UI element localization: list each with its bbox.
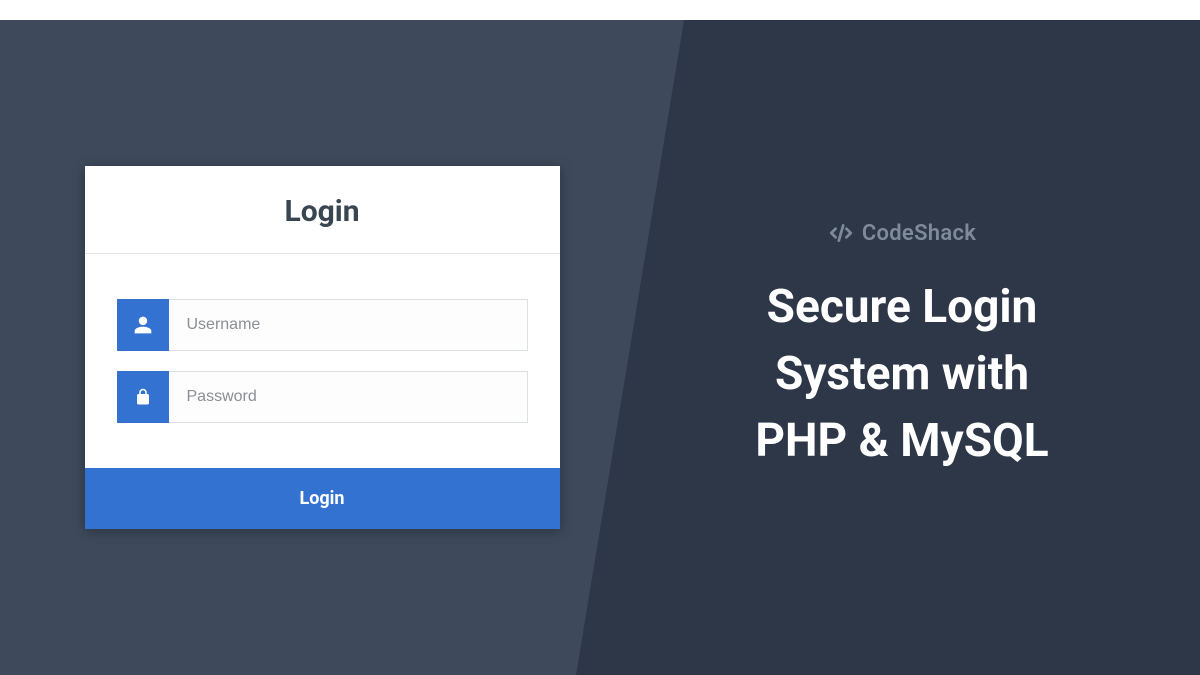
headline: Secure Login System with PHP & MySQL [755, 274, 1048, 474]
lock-icon [117, 371, 169, 423]
headline-line-1: Secure Login [755, 274, 1048, 341]
login-button[interactable]: Login [85, 468, 560, 529]
login-card: Login Login [85, 166, 560, 529]
brand-logo: CodeShack [828, 220, 976, 246]
brand-name: CodeShack [862, 221, 976, 246]
headline-line-3: PHP & MySQL [755, 408, 1048, 475]
login-card-body [85, 254, 560, 468]
password-input[interactable] [169, 371, 528, 423]
main-area: Login Login [0, 20, 1200, 675]
headline-line-2: System with [755, 341, 1048, 408]
login-button-label: Login [299, 488, 344, 509]
right-panel: CodeShack Secure Login System with PHP &… [624, 20, 1200, 675]
login-title: Login [85, 194, 560, 229]
username-row [117, 299, 528, 351]
browser-top-bar [0, 0, 1200, 20]
password-row [117, 371, 528, 423]
login-card-header: Login [85, 166, 560, 254]
user-icon [117, 299, 169, 351]
username-input[interactable] [169, 299, 528, 351]
code-icon [828, 220, 854, 246]
left-panel: Login Login [0, 20, 624, 675]
